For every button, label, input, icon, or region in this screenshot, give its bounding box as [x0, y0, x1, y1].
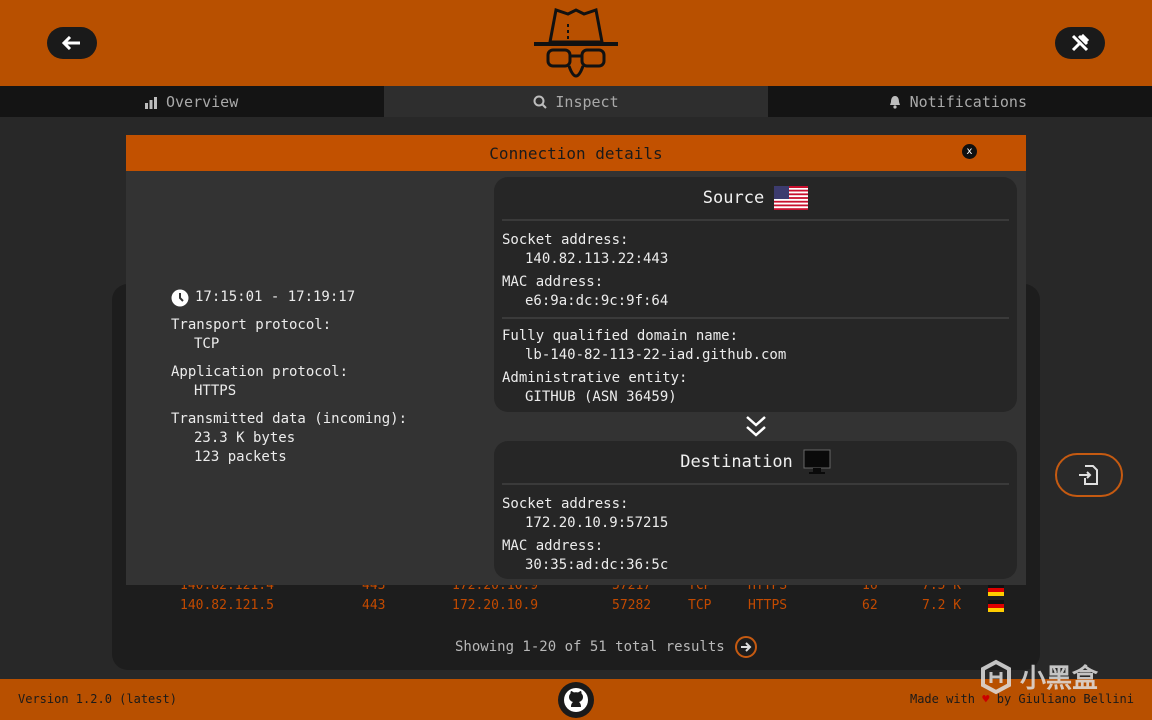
tab-notifications-label: Notifications: [909, 92, 1027, 111]
divider: [502, 317, 1009, 319]
transmitted-packets: 123 packets: [194, 449, 287, 465]
github-link[interactable]: [558, 682, 594, 718]
double-chevron-down-icon: [746, 416, 766, 437]
connection-details-modal: Connection details x 17:15:01 - 17:19:17…: [126, 135, 1026, 585]
made-with-label: Made with: [909, 692, 976, 706]
cell-dest-port: 57282: [612, 598, 652, 613]
back-button[interactable]: [47, 27, 97, 59]
tab-bar: Overview Inspect Notifications: [0, 86, 1152, 117]
pagination-text: Showing 1-20 of 51 total results: [455, 639, 725, 655]
close-button[interactable]: x: [962, 144, 977, 159]
connection-summary: 17:15:01 - 17:19:17 Transport protocol: …: [171, 288, 407, 467]
app-header: [0, 0, 1152, 86]
application-label: Application protocol:: [171, 364, 349, 380]
transport-value: TCP: [194, 336, 220, 352]
source-fqdn-label: Fully qualified domain name:: [502, 328, 739, 344]
watermark-logo-icon: [981, 659, 1011, 694]
source-socket-label: Socket address:: [502, 232, 629, 248]
tab-inspect[interactable]: Inspect: [384, 86, 768, 117]
close-icon: x: [966, 146, 973, 157]
flag-icon: [988, 600, 1004, 612]
time-range-value: 17:15:01 - 17:19:17: [195, 289, 356, 305]
chart-icon: [145, 96, 157, 109]
destination-socket-value: 172.20.10.9:57215: [525, 515, 669, 531]
tab-overview[interactable]: Overview: [0, 86, 384, 117]
watermark-text: 小黑盒: [1020, 664, 1099, 694]
transport-label: Transport protocol:: [171, 317, 332, 333]
source-mac-value: e6:9a:dc:9c:9f:64: [525, 293, 669, 309]
source-title-label: Source: [702, 188, 765, 208]
spy-hat-glasses-icon: [534, 8, 618, 78]
tab-inspect-label: Inspect: [555, 92, 619, 111]
destination-card: Destination Socket address: 172.20.10.9:…: [494, 441, 1017, 579]
destination-body: Socket address: 172.20.10.9:57215 MAC ad…: [494, 485, 1017, 575]
file-export-icon: [1079, 465, 1098, 485]
transmitted-label: Transmitted data (incoming):: [171, 411, 408, 427]
source-title: Source: [494, 177, 1017, 219]
version-label: Version 1.2.0 (latest): [18, 692, 177, 706]
source-socket-value: 140.82.113.22:443: [525, 251, 669, 267]
destination-title-label: Destination: [680, 452, 793, 472]
table-row[interactable]: 140.82.121.5 443 172.20.10.9 57282 TCP H…: [180, 598, 1020, 614]
application-value: HTTPS: [194, 383, 237, 399]
destination-mac-label: MAC address:: [502, 538, 604, 554]
time-range: 17:15:01 - 17:19:17: [171, 288, 407, 307]
modal-title: Connection details: [489, 143, 663, 163]
github-icon: [564, 688, 588, 712]
cell-source: 140.82.121.5: [180, 598, 274, 613]
cell-port: 443: [362, 598, 386, 613]
next-page-button[interactable]: [734, 636, 757, 658]
source-card: Source Socket address: 140.82.113.22:443…: [494, 177, 1017, 412]
search-icon: [533, 95, 548, 109]
cell-bytes: 7.2 K: [922, 598, 962, 613]
destination-title: Destination: [494, 441, 1017, 483]
bell-icon: [889, 95, 900, 109]
pagination: Showing 1-20 of 51 total results: [455, 636, 757, 658]
source-fqdn-value: lb-140-82-113-22-iad.github.com: [525, 347, 787, 363]
us-flag-icon: [774, 186, 809, 210]
cell-app: HTTPS: [748, 598, 788, 613]
arrow-left-icon: [62, 36, 80, 50]
source-admin-label: Administrative entity:: [502, 370, 688, 386]
clock-icon: [171, 289, 189, 306]
arrow-right-icon: [740, 642, 752, 652]
cell-proto: TCP: [688, 598, 712, 613]
tools-icon: [1071, 33, 1090, 52]
flag-icon: [988, 584, 1004, 596]
destination-socket-label: Socket address:: [502, 496, 629, 512]
cell-dest: 172.20.10.9: [452, 598, 539, 613]
tab-notifications[interactable]: Notifications: [768, 86, 1152, 117]
source-mac-label: MAC address:: [502, 274, 604, 290]
cell-packets: 62: [862, 598, 878, 613]
modal-header: Connection details: [126, 135, 1026, 171]
source-admin-value: GITHUB (ASN 36459): [525, 389, 677, 405]
settings-button[interactable]: [1055, 27, 1105, 59]
tab-overview-label: Overview: [166, 92, 239, 111]
transmitted-bytes: 23.3 K bytes: [194, 430, 296, 446]
export-button[interactable]: [1055, 453, 1123, 497]
destination-mac-value: 30:35:ad:dc:36:5c: [525, 557, 669, 573]
monitor-icon: [803, 449, 831, 474]
source-body: Socket address: 140.82.113.22:443 MAC ad…: [494, 221, 1017, 407]
watermark: 小黑盒: [978, 658, 1098, 695]
